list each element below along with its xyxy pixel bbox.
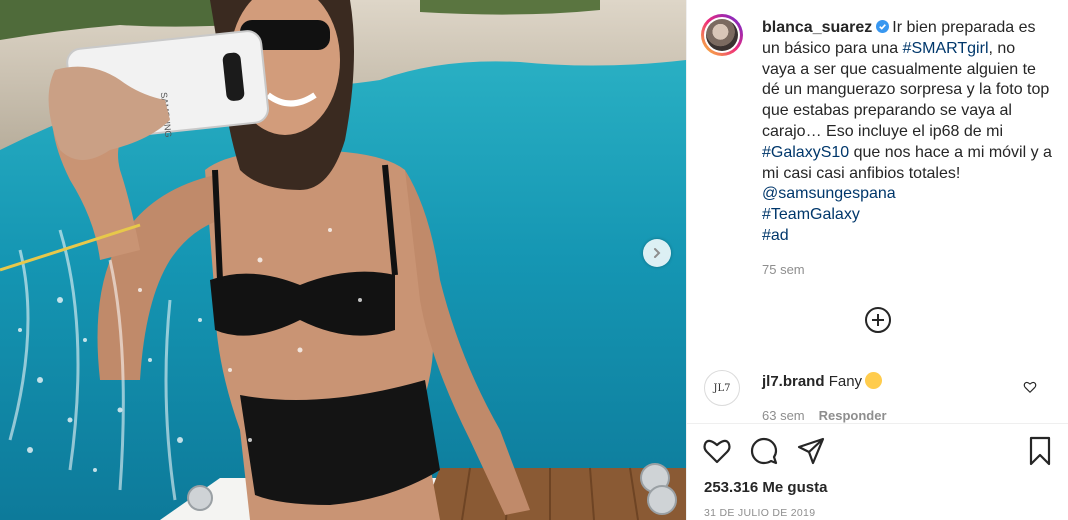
- author-avatar[interactable]: [701, 14, 743, 56]
- share-icon[interactable]: [796, 436, 826, 466]
- reply-button[interactable]: Responder: [819, 408, 887, 423]
- next-image-button[interactable]: [643, 239, 671, 267]
- post-caption: blanca_suarez Ir bien preparada es un bás…: [762, 18, 1052, 247]
- emoji-icon: [865, 372, 883, 389]
- post-photo[interactable]: SAMSUNG: [0, 0, 686, 520]
- comment-icon[interactable]: [749, 436, 779, 466]
- hashtag-smartgirl[interactable]: #SMARTgirl: [903, 40, 989, 57]
- caption-timestamp[interactable]: 75 sem: [762, 262, 805, 277]
- comment-like-heart-icon[interactable]: [1023, 380, 1037, 394]
- actions-divider: [687, 423, 1068, 424]
- comment-body: Fany: [828, 373, 863, 390]
- verified-badge-icon: [876, 20, 890, 33]
- bookmark-icon[interactable]: [1025, 436, 1055, 466]
- commenter-username[interactable]: jl7.brand: [762, 373, 825, 390]
- photo-illustration: SAMSUNG: [0, 0, 686, 520]
- comment-meta: 63 sem Responder: [762, 408, 887, 423]
- plus-circle-icon[interactable]: [864, 306, 892, 334]
- hashtag-ad[interactable]: #ad: [762, 226, 1052, 247]
- likes-count[interactable]: 253.316 Me gusta: [704, 479, 827, 496]
- action-bar: [702, 436, 1062, 470]
- likes-label: Me gusta: [762, 479, 828, 496]
- chevron-right-icon: [654, 248, 661, 258]
- hashtag-galaxys10[interactable]: #GalaxyS10: [762, 144, 849, 161]
- mention-samsungespana[interactable]: @samsungespana: [762, 184, 1052, 205]
- avatar-image: [706, 19, 738, 51]
- heart-icon[interactable]: [702, 436, 732, 466]
- comment-text: jl7.brand Fany: [762, 372, 1022, 390]
- author-username[interactable]: blanca_suarez: [762, 19, 872, 36]
- likes-number: 253.316: [704, 479, 759, 496]
- commenter-avatar[interactable]: JL7: [704, 370, 740, 406]
- comment-timestamp[interactable]: 63 sem: [762, 408, 805, 423]
- hashtag-teamgalaxy[interactable]: #TeamGalaxy: [762, 205, 1052, 226]
- post-side-panel: blanca_suarez Ir bien preparada es un bás…: [687, 0, 1068, 520]
- post-date[interactable]: 31 DE JULIO DE 2019: [704, 507, 815, 519]
